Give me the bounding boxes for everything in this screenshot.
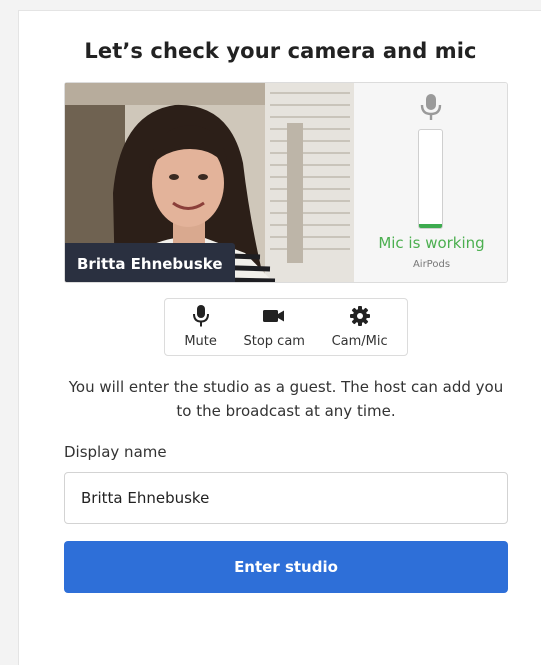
mic-status-text: Mic is working xyxy=(378,234,485,252)
stop-cam-label: Stop cam xyxy=(243,334,305,349)
microphone-icon xyxy=(420,93,442,125)
enter-studio-button[interactable]: Enter studio xyxy=(64,541,508,593)
mute-label: Mute xyxy=(184,334,217,349)
mic-level-meter xyxy=(418,129,443,229)
display-name-label: Display name xyxy=(64,443,167,461)
microphone-icon xyxy=(192,305,209,327)
mic-level-fill xyxy=(419,224,442,228)
cam-mic-label: Cam/Mic xyxy=(331,334,388,349)
mic-device-name: AirPods xyxy=(412,259,451,270)
stop-cam-button[interactable]: Stop cam xyxy=(242,301,307,353)
cam-mic-settings-button[interactable]: Cam/Mic xyxy=(330,301,390,353)
gear-icon xyxy=(349,305,370,327)
mic-check-panel: Mic is working AirPods xyxy=(354,83,507,282)
mute-button[interactable]: Mute xyxy=(182,301,219,353)
camera-mic-check-card: Let’s check your camera and mic Britta E… xyxy=(18,10,541,665)
media-controls: Mute Stop cam Cam/Mic xyxy=(164,298,408,356)
page-title: Let’s check your camera and mic xyxy=(84,39,477,63)
video-camera-icon xyxy=(263,305,285,327)
camera-video-feed: Britta Ehnebuske xyxy=(65,83,354,282)
participant-name-tag: Britta Ehnebuske xyxy=(65,243,235,282)
display-name-input[interactable] xyxy=(64,472,508,524)
camera-mic-preview: Britta Ehnebuske Mic is working AirPods xyxy=(64,82,508,283)
guest-info-text: You will enter the studio as a guest. Th… xyxy=(68,378,504,420)
